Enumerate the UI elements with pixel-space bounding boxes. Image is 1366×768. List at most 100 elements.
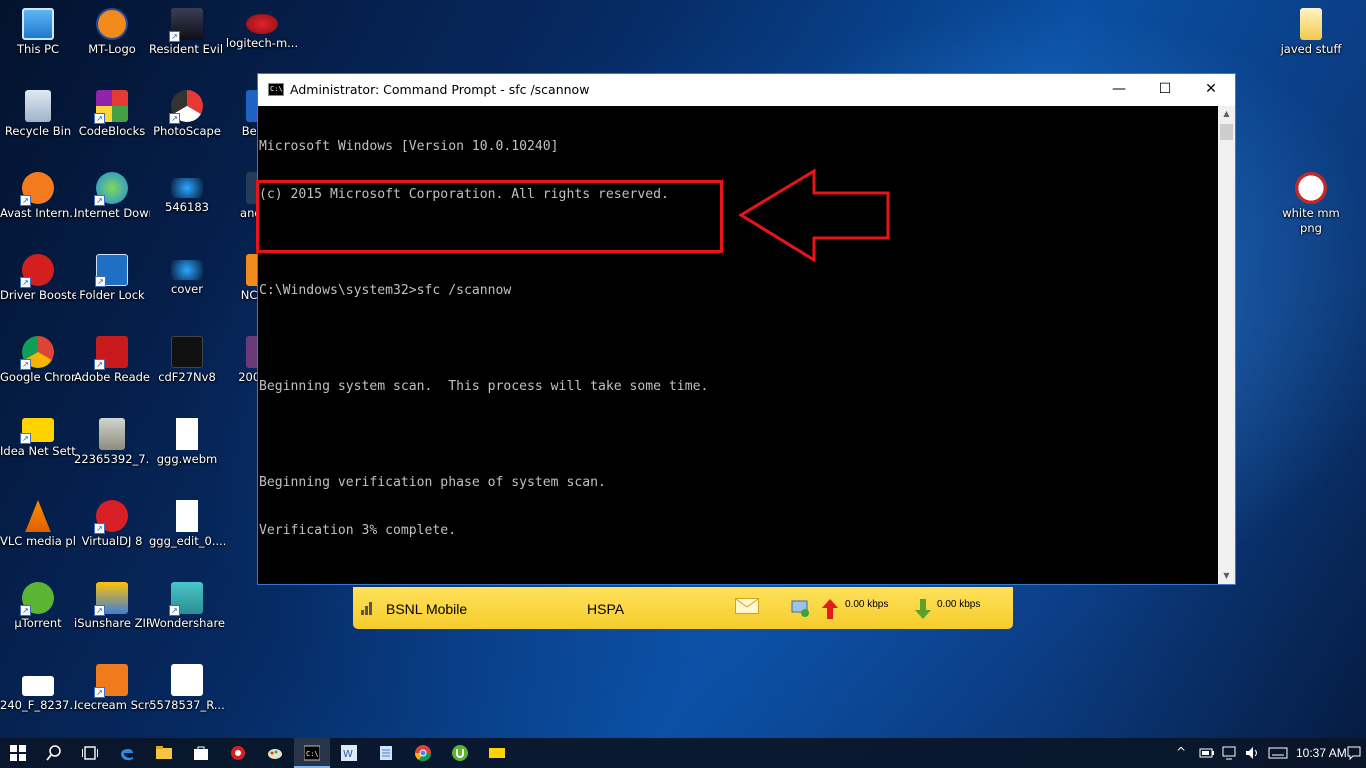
start-button[interactable] xyxy=(0,738,36,768)
desktop-icon-white-mm[interactable]: white mm png xyxy=(1273,166,1349,236)
desktop-icon-label: iSunshare ZIP Password G... xyxy=(74,616,150,630)
battery-icon[interactable] xyxy=(1199,746,1215,760)
desktop-icon-idea[interactable]: ↗ Idea Net Setter xyxy=(0,412,76,459)
taskbar-file-explorer[interactable] xyxy=(146,738,182,768)
taskbar-command-prompt[interactable]: C:\ xyxy=(294,738,330,768)
image-icon xyxy=(171,260,203,280)
desktop-icon-cdf27nv8[interactable]: cdF27Nv8 xyxy=(149,330,225,385)
show-hidden-icons-icon[interactable]: ^ xyxy=(1176,745,1186,759)
connection-icon[interactable] xyxy=(791,600,811,618)
desktop-icon-240f[interactable]: 240_F_8237... xyxy=(0,658,76,713)
desktop-icon-label: 546183 xyxy=(165,200,209,214)
taskbar-store[interactable] xyxy=(183,738,219,768)
search-button[interactable] xyxy=(36,738,72,768)
desktop-icon-chrome[interactable]: ↗ Google Chrome xyxy=(0,330,76,385)
desktop-icon-label: µTorrent xyxy=(14,616,62,630)
utorrent-icon xyxy=(452,745,468,761)
mobile-broadband-bar[interactable]: BSNL Mobile HSPA 0.00 kbps 0.00 kbps xyxy=(353,587,1013,629)
window-titlebar[interactable]: C:\ Administrator: Command Prompt - sfc … xyxy=(258,74,1235,106)
desktop-icon-label: Folder Lock xyxy=(79,288,145,302)
filmora-icon: ↗ xyxy=(169,582,203,616)
desktop-icon-label: white mm png xyxy=(1282,206,1340,235)
desktop-icon-label: Driver Booster 4 xyxy=(0,288,76,302)
desktop-icon-label: 22365392_7... xyxy=(74,452,150,466)
desktop-icon-idm[interactable]: ↗ Internet Downlo... xyxy=(74,166,150,221)
folder-icon xyxy=(1300,8,1322,40)
file-explorer-icon xyxy=(156,746,172,759)
vertical-scrollbar[interactable]: ▲ ▼ xyxy=(1218,106,1235,584)
taskbar-chrome[interactable] xyxy=(405,738,441,768)
desktop-icon-label: Icecream Screen ... xyxy=(74,698,150,712)
notepad-icon xyxy=(380,746,392,760)
desktop-icon-driver-booster[interactable]: ↗ Driver Booster 4 xyxy=(0,248,76,303)
taskbar-app-red[interactable] xyxy=(220,738,256,768)
scroll-up-icon[interactable]: ▲ xyxy=(1218,106,1235,122)
desktop-icon-codeblocks[interactable]: ↗ CodeBlocks xyxy=(74,84,150,139)
desktop-icon-adobe-reader[interactable]: ↗ Adobe Reader XI xyxy=(74,330,150,385)
desktop-icon-label: Avast Intern... xyxy=(0,206,76,220)
desktop-icon-folder-lock[interactable]: ↗ Folder Lock xyxy=(74,248,150,303)
scroll-down-icon[interactable]: ▼ xyxy=(1218,568,1235,584)
virtualdj-icon: ↗ xyxy=(94,500,128,534)
desktop-icon-filmora[interactable]: ↗ Wondershare Filmora xyxy=(149,576,225,631)
action-center-icon[interactable] xyxy=(1347,746,1361,760)
desktop-icon-546183[interactable]: 546183 xyxy=(149,166,225,215)
taskbar-word[interactable]: W xyxy=(331,738,367,768)
desktop-icon-isunshare[interactable]: ↗ iSunshare ZIP Password G... xyxy=(74,576,150,631)
desktop-icon-avast[interactable]: ↗ Avast Intern... xyxy=(0,166,76,221)
network-type: HSPA xyxy=(587,601,625,617)
taskbar-utorrent[interactable] xyxy=(442,738,478,768)
sms-icon[interactable] xyxy=(735,598,759,614)
recycle-bin-icon xyxy=(25,90,51,122)
idm-icon: ↗ xyxy=(94,172,128,206)
desktop-icon-icecream[interactable]: ↗ Icecream Screen ... xyxy=(74,658,150,713)
desktop-icon-mt-logo[interactable]: MT-Logo xyxy=(74,2,150,57)
desktop-icon-5578537[interactable]: 5578537_R... xyxy=(149,658,225,713)
mt-logo-icon xyxy=(96,8,128,40)
keyboard-icon[interactable] xyxy=(1268,746,1288,760)
desktop-icon-utorrent[interactable]: ↗ µTorrent xyxy=(0,576,76,631)
taskbar-edge[interactable] xyxy=(109,738,145,768)
idea-icon: ↗ xyxy=(20,418,54,444)
volume-icon[interactable] xyxy=(1245,746,1261,760)
taskbar-clock[interactable]: 10:37 AM xyxy=(1296,738,1347,768)
desktop-icon-this-pc[interactable]: This PC xyxy=(0,2,76,57)
windows-start-icon xyxy=(10,745,26,761)
app-icon xyxy=(268,749,282,759)
minimize-button[interactable]: — xyxy=(1096,74,1142,106)
desktop-icon-label: 240_F_8237... xyxy=(0,698,76,712)
command-prompt-window[interactable]: C:\ Administrator: Command Prompt - sfc … xyxy=(257,73,1236,585)
close-button[interactable]: ✕ xyxy=(1188,74,1234,106)
desktop-icon-label: cover xyxy=(171,282,203,296)
desktop-icon-photoscape[interactable]: ↗ PhotoScape xyxy=(149,84,225,139)
download-speed: 0.00 kbps xyxy=(937,599,981,610)
desktop-icon-ggg-webm[interactable]: ggg.webm xyxy=(149,412,225,467)
desktop-icon-ggg-edit[interactable]: ggg_edit_0.... xyxy=(149,494,225,549)
scroll-thumb[interactable] xyxy=(1220,124,1233,140)
taskbar-notepad[interactable] xyxy=(368,738,404,768)
desktop-icon-virtualdj[interactable]: ↗ VirtualDJ 8 xyxy=(74,494,150,549)
maximize-button[interactable]: ☐ xyxy=(1142,74,1188,106)
desktop-icon-photo-22365392[interactable]: 22365392_7... xyxy=(74,412,150,467)
isunshare-icon: ↗ xyxy=(94,582,128,616)
desktop-icon-vlc[interactable]: VLC media player xyxy=(0,494,76,549)
driver-booster-icon: ↗ xyxy=(20,254,54,288)
desktop-icon-label: Internet Downlo... xyxy=(74,206,150,220)
desktop-icon-label: cdF27Nv8 xyxy=(158,370,216,384)
desktop-icon-logitech[interactable]: logitech-m... xyxy=(224,2,300,51)
taskbar-app-paint[interactable] xyxy=(257,738,293,768)
desktop-icon-label: Adobe Reader XI xyxy=(74,370,150,384)
taskbar-idea[interactable] xyxy=(479,738,515,768)
desktop-icon-recycle-bin[interactable]: Recycle Bin xyxy=(0,84,76,139)
desktop-icon-javed-stuff[interactable]: javed stuff xyxy=(1273,2,1349,57)
maximize-icon: ☐ xyxy=(1158,81,1172,97)
highlight-box xyxy=(256,180,723,253)
network-icon[interactable] xyxy=(1222,746,1238,760)
desktop-icon-label: Idea Net Setter xyxy=(0,444,76,458)
file-icon xyxy=(176,418,198,450)
task-view-button[interactable] xyxy=(72,738,108,768)
desktop-icon-cover[interactable]: cover xyxy=(149,248,225,297)
desktop-icon-resident-evil[interactable]: ↗ Resident Evil 6 xyxy=(149,2,225,57)
edge-icon xyxy=(121,748,133,761)
